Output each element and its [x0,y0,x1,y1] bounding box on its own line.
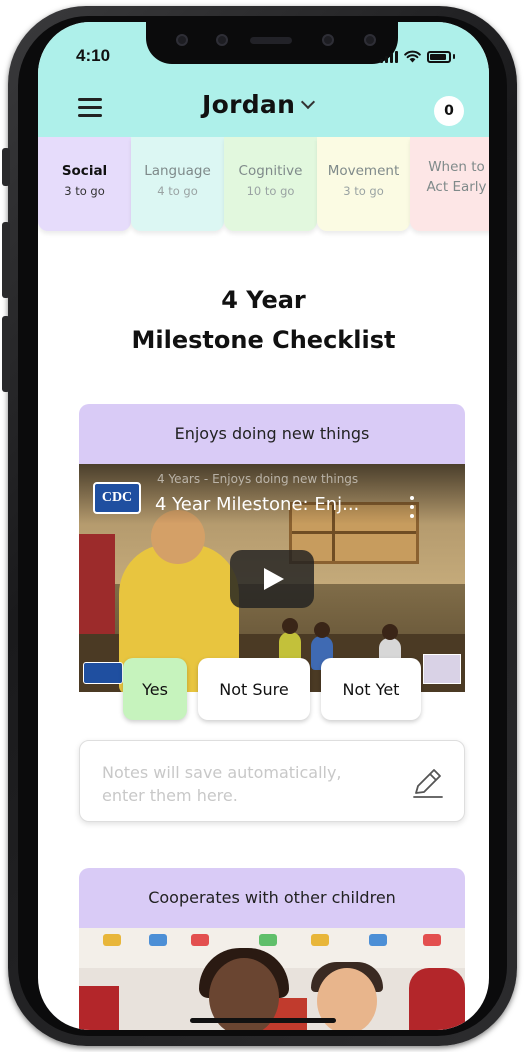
video-title[interactable]: 4 Year Milestone: Enj... [155,494,385,515]
hamburger-menu-icon[interactable] [78,98,102,118]
status-time: 4:10 [76,46,111,65]
page-title-line2: Milestone Checklist [131,326,396,354]
wifi-icon [404,50,421,63]
speaker-grille [250,37,292,44]
photo-decoration [191,934,209,946]
notes-field[interactable]: Notes will save automatically, enter the… [79,740,465,822]
home-indicator[interactable] [190,1018,336,1023]
tab-label-line1: When to [428,159,485,175]
tab-remaining: 4 to go [157,184,198,198]
battery-cap [453,54,455,59]
silent-switch [2,148,10,186]
tab-language[interactable]: Language 4 to go [131,137,224,231]
status-icons [380,50,455,63]
photo-decoration [423,934,441,946]
page-title-line1: 4 Year [221,286,306,314]
chevron-down-icon [301,94,316,109]
camera-icon [364,34,376,46]
video-frame-child-head [382,624,398,640]
tab-label: Language [144,163,211,179]
notch [146,22,398,64]
video-frame-child-head [282,618,298,634]
tab-movement[interactable]: Movement 3 to go [317,137,410,231]
child-name: Jordan [202,90,296,119]
photo-decoration [149,934,167,946]
video-frame-shelf [79,534,115,644]
tab-remaining: 3 to go [64,184,105,198]
answer-not-yet-button[interactable]: Not Yet [321,658,421,720]
notes-placeholder: Notes will save automatically, enter the… [102,761,402,807]
category-tabs: Social 3 to go Language 4 to go Cognitiv… [38,137,489,231]
child-selector[interactable]: Jordan [202,90,316,119]
video-watermark-logo [83,662,123,684]
notes-placeholder-line2: enter them here. [102,786,238,805]
volume-down-button [2,316,10,392]
tab-label: Movement [327,163,400,179]
more-options-icon[interactable] [409,496,415,520]
photo-decoration [311,934,329,946]
sensor-icon [216,34,228,46]
battery-icon [427,50,451,63]
milestone-title: Enjoys doing new things [79,404,465,466]
pencil-icon[interactable] [408,763,448,803]
answer-yes-button[interactable]: Yes [123,658,187,720]
play-button[interactable] [230,550,314,608]
tab-when-to-act-early[interactable]: When to Act Early [410,137,489,231]
answer-not-sure-button[interactable]: Not Sure [198,658,310,720]
cdc-logo: CDC [93,482,141,514]
milestone-title: Cooperates with other children [79,868,465,930]
page-title: 4 Year Milestone Checklist [38,280,489,360]
tab-social[interactable]: Social 3 to go [38,137,131,231]
tab-label-line2: Act Early [426,179,487,195]
photo-decoration [259,934,277,946]
tab-label: Cognitive [238,163,303,179]
milestone-photo[interactable] [79,928,465,1030]
signal-icon [380,50,398,63]
video-frame-child-head [314,622,330,638]
photo-decoration [369,934,387,946]
photo-backpack [409,968,465,1030]
app-screen: 4:10 Jordan 0 Social 3 to go Language 4 … [38,22,489,1030]
volume-up-button [2,222,10,298]
photo-coat [79,986,119,1030]
tab-cognitive[interactable]: Cognitive 10 to go [224,137,317,231]
count-badge[interactable]: 0 [434,96,464,126]
tab-remaining: 10 to go [246,184,295,198]
video-thumbnail-preview [423,654,461,684]
notes-placeholder-line1: Notes will save automatically, [102,763,342,782]
video-subtitle: 4 Years - Enjoys doing new things [157,472,359,486]
tab-remaining: 3 to go [343,184,384,198]
tab-label: Social [61,163,108,179]
camera-icon [176,34,188,46]
sensor-icon [322,34,334,46]
photo-decoration [103,934,121,946]
